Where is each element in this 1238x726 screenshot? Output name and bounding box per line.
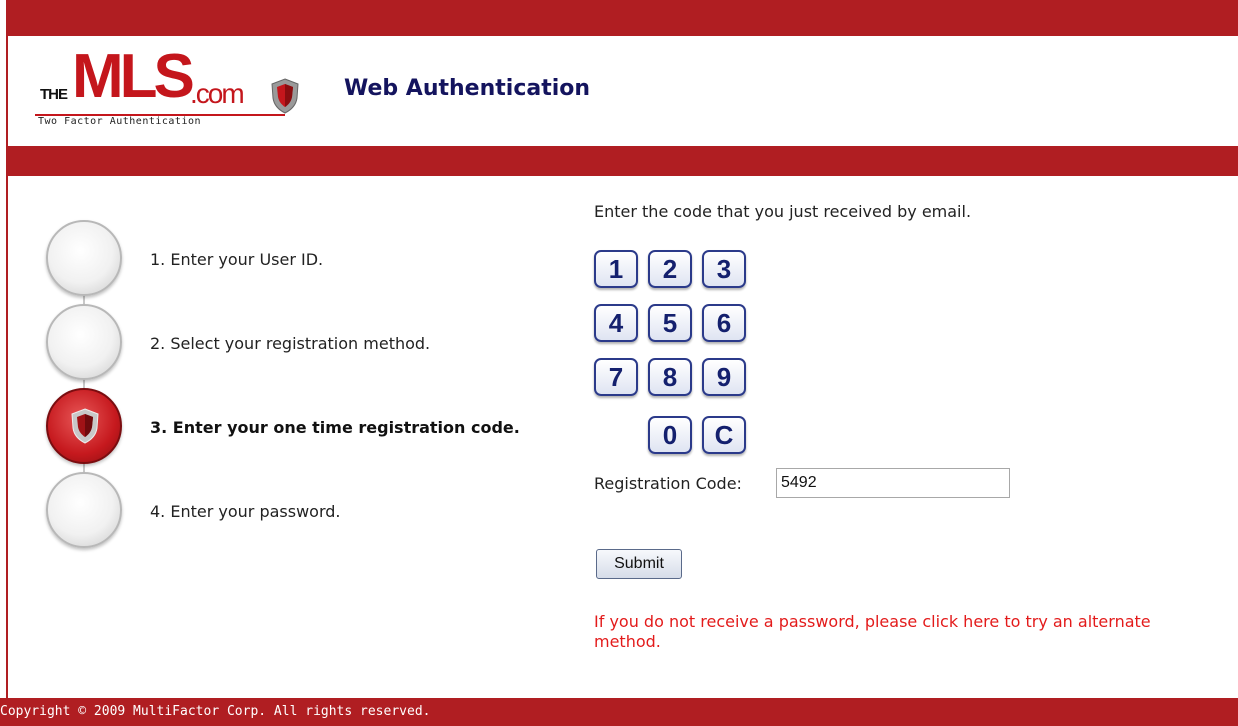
- keypad-key-3[interactable]: 3: [702, 250, 746, 288]
- step-4-label: 4. Enter your password.: [150, 502, 341, 521]
- logo-mls-text: MLS: [72, 42, 195, 111]
- footer: Copyright © 2009 MultiFactor Corp. All r…: [0, 698, 1238, 726]
- step-1: 1. Enter your User ID.: [40, 220, 600, 300]
- keypad-key-2[interactable]: 2: [648, 250, 692, 288]
- header-divider-bar: [8, 146, 1238, 176]
- top-bar: [8, 0, 1238, 36]
- registration-code-input[interactable]: [776, 468, 1010, 498]
- registration-code-label: Registration Code:: [594, 474, 742, 493]
- submit-button[interactable]: Submit: [596, 549, 682, 579]
- step-2-label: 2. Select your registration method.: [150, 334, 431, 353]
- shield-icon: [71, 408, 99, 444]
- logo: THE MLS .com Two Factor Authentication: [30, 46, 310, 130]
- step-1-label: 1. Enter your User ID.: [150, 250, 324, 269]
- keypad: 1 2 3 4 5 6 7 8 9 0 C: [594, 250, 754, 454]
- step-3: 3. Enter your one time registration code…: [40, 388, 600, 468]
- page-title: Web Authentication: [344, 76, 591, 101]
- step-3-label: 3. Enter your one time registration code…: [150, 418, 520, 437]
- keypad-key-clear[interactable]: C: [702, 416, 746, 454]
- keypad-key-9[interactable]: 9: [702, 358, 746, 396]
- step-2: 2. Select your registration method.: [40, 304, 600, 384]
- alternate-method-link[interactable]: If you do not receive a password, please…: [594, 612, 1194, 652]
- instruction-text: Enter the code that you just received by…: [594, 202, 972, 221]
- left-frame-border: [0, 0, 8, 726]
- step-4: 4. Enter your password.: [40, 472, 600, 552]
- logo-com-text: .com: [190, 78, 245, 109]
- header: THE MLS .com Two Factor Authentication W…: [8, 36, 1238, 146]
- logo-the-text: THE: [40, 86, 68, 103]
- logo-subtitle: Two Factor Authentication: [35, 114, 285, 130]
- keypad-key-8[interactable]: 8: [648, 358, 692, 396]
- registration-code-row: Registration Code:: [594, 468, 1014, 500]
- shield-icon: [270, 78, 300, 118]
- keypad-key-5[interactable]: 5: [648, 304, 692, 342]
- copyright-text: Copyright © 2009 MultiFactor Corp. All r…: [0, 704, 431, 719]
- keypad-key-7[interactable]: 7: [594, 358, 638, 396]
- keypad-key-0[interactable]: 0: [648, 416, 692, 454]
- step-4-indicator: [46, 472, 122, 548]
- keypad-key-1[interactable]: 1: [594, 250, 638, 288]
- step-progress: 1. Enter your User ID. 2. Select your re…: [40, 220, 600, 580]
- step-3-indicator-active: [46, 388, 122, 464]
- keypad-key-4[interactable]: 4: [594, 304, 638, 342]
- step-2-indicator: [46, 304, 122, 380]
- keypad-key-6[interactable]: 6: [702, 304, 746, 342]
- step-1-indicator: [46, 220, 122, 296]
